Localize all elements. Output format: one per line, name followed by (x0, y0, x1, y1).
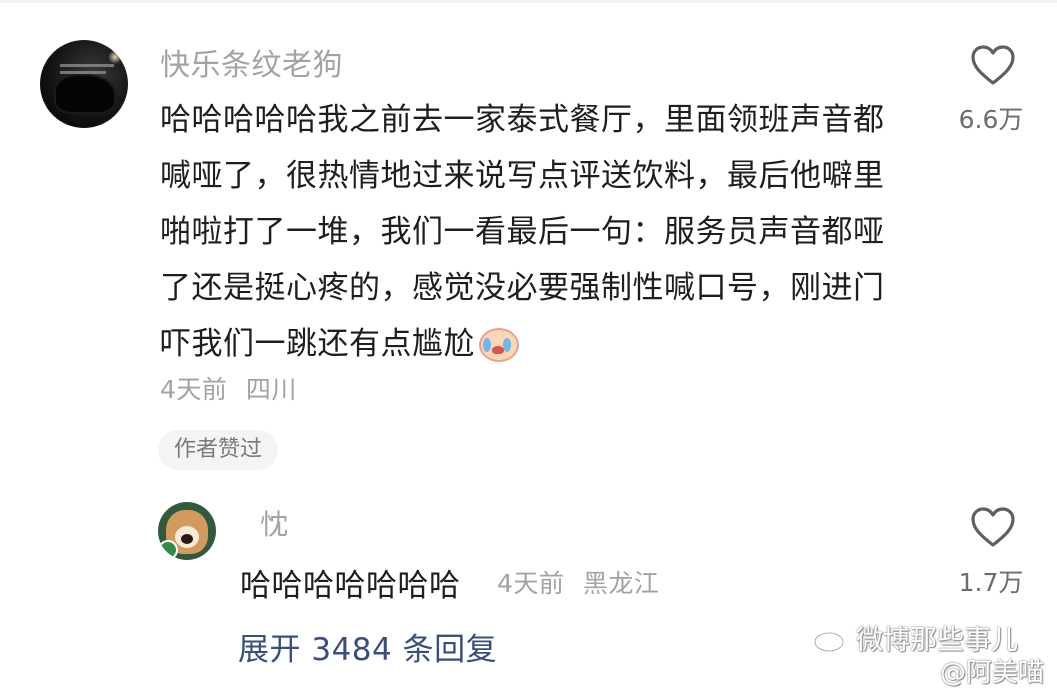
comment-text: 哈哈哈哈哈我之前去一家泰式餐厅，里面领班声音都喊哑了，很热情地过来说写点评送饮料… (160, 102, 885, 362)
reply-location: 黑龙江 (582, 569, 660, 598)
commenter-avatar[interactable] (40, 40, 128, 128)
reply-like-count: 1.7万 (958, 568, 1024, 597)
author-liked-badge: 作者赞过 (158, 430, 279, 470)
comment-meta: 4天前 四川 (160, 370, 297, 406)
weibo-logo-icon (813, 623, 852, 652)
reply-time: 4天前 (497, 569, 565, 598)
heart-outline-icon[interactable] (970, 506, 1016, 548)
heart-outline-icon[interactable] (970, 44, 1016, 86)
comment-time: 4天前 (160, 375, 228, 404)
comment-location: 四川 (245, 375, 297, 404)
comment-like-count: 6.6万 (958, 105, 1024, 134)
watermark-handle: @阿美喵 (940, 658, 1045, 688)
top-divider (0, 0, 1057, 3)
commenter-username[interactable]: 快乐条纹老狗 (160, 40, 343, 84)
reply-username[interactable]: 忱 (260, 503, 288, 543)
reply-text: 哈哈哈哈哈哈哈 (240, 568, 461, 604)
crying-face-icon (477, 324, 519, 362)
expand-replies-link[interactable]: 展开 3484 条回复 (238, 624, 497, 669)
comment-body: 哈哈哈哈哈我之前去一家泰式餐厅，里面领班声音都喊哑了，很热情地过来说写点评送饮料… (160, 92, 900, 372)
reply-meta: 4天前 黑龙江 (497, 564, 659, 600)
reply-avatar[interactable] (158, 502, 216, 560)
